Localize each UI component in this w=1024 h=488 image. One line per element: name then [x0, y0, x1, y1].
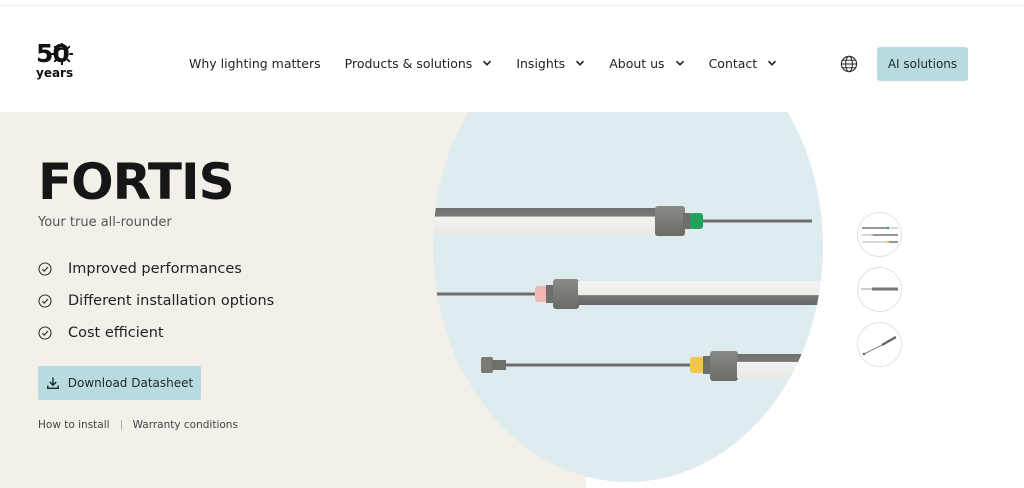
globe-icon[interactable] — [840, 55, 858, 73]
feature-label: Cost efficient — [68, 325, 164, 341]
chevron-down-icon — [483, 60, 492, 66]
nav-label: About us — [609, 55, 665, 71]
thumbnail-3[interactable] — [857, 322, 902, 367]
site-header: 50 years Why lighting matters Products &… — [0, 6, 1024, 111]
thumbnail-single-tube-icon — [861, 287, 898, 291]
check-circle-icon — [38, 262, 52, 276]
tube-3 — [737, 354, 823, 378]
feature-list: Improved performances Different installa… — [38, 253, 274, 349]
logo-word: years — [36, 66, 74, 80]
download-datasheet-button[interactable]: Download Datasheet — [38, 366, 201, 400]
feature-label: Different installation options — [68, 293, 275, 309]
secondary-links: How to install Warranty conditions — [38, 419, 238, 431]
how-to-install-link[interactable]: How to install — [38, 419, 110, 431]
thumbnail-diagonal-tube-icon — [862, 335, 897, 356]
feature-label: Improved performances — [68, 261, 242, 277]
nav-insights[interactable]: Insights — [516, 56, 585, 71]
link-separator — [120, 420, 122, 430]
nav-label: Why lighting matters — [189, 55, 321, 71]
feature-item: Improved performances — [38, 253, 274, 285]
feature-item: Different installation options — [38, 285, 274, 317]
warranty-conditions-link[interactable]: Warranty conditions — [133, 419, 238, 431]
tube-1 — [433, 208, 660, 234]
thumbnail-2[interactable] — [857, 267, 902, 312]
nav-about-us[interactable]: About us — [609, 56, 684, 71]
thumbnail-three-tubes-icon — [862, 226, 898, 244]
nav-label: Insights — [516, 55, 566, 71]
thumbnail-1[interactable] — [857, 212, 902, 257]
product-title: FORTIS — [38, 153, 235, 211]
feature-item: Cost efficient — [38, 317, 274, 349]
sun-icon — [51, 43, 73, 65]
brand-logo[interactable]: 50 years — [36, 41, 80, 84]
product-hero: FORTIS Your true all-rounder Improved pe… — [0, 112, 1024, 488]
download-icon — [46, 377, 59, 389]
nav-label: Contact — [708, 55, 758, 71]
nav-label: Products & solutions — [344, 55, 473, 71]
chevron-down-icon — [576, 60, 585, 66]
ai-solutions-button[interactable]: AI solutions — [877, 47, 968, 81]
product-subtitle: Your true all-rounder — [38, 215, 172, 230]
download-label: Download Datasheet — [67, 376, 194, 390]
nav-contact[interactable]: Contact — [709, 56, 778, 71]
tube-2 — [578, 281, 823, 305]
nav-why-lighting-matters[interactable]: Why lighting matters — [189, 56, 321, 71]
chevron-down-icon — [768, 60, 777, 66]
chevron-down-icon — [675, 60, 684, 66]
main-nav: Why lighting matters Products & solution… — [189, 53, 801, 73]
check-circle-icon — [38, 294, 52, 308]
nav-products-solutions[interactable]: Products & solutions — [345, 56, 493, 71]
check-circle-icon — [38, 326, 52, 340]
